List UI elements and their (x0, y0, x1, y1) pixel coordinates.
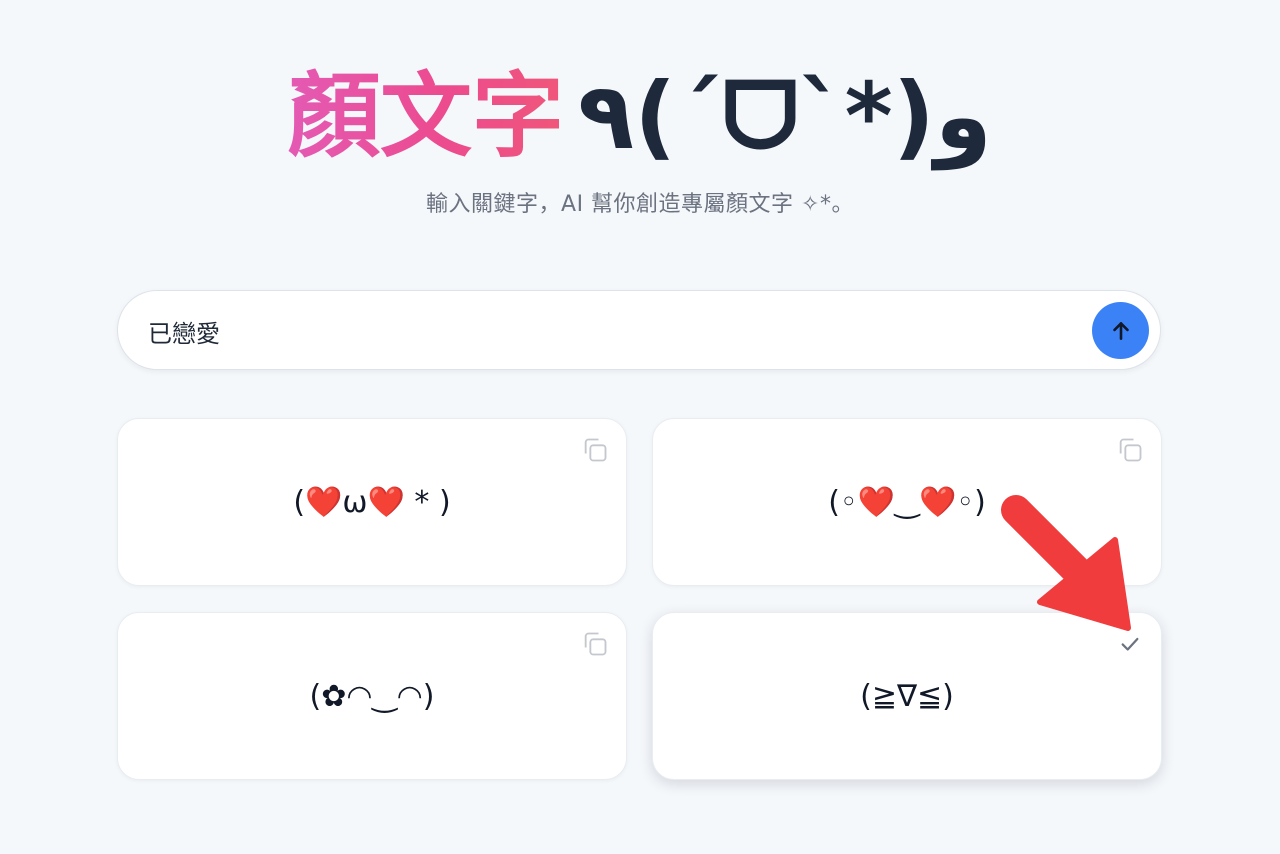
copy-button[interactable] (580, 435, 610, 465)
copy-button[interactable] (1115, 435, 1145, 465)
kaomoji-card[interactable]: (✿◠‿◠) (117, 612, 627, 780)
page-title: 顏文字 ٩(ˊᗜˋ*)و (0, 64, 1280, 170)
copied-indicator[interactable] (1115, 629, 1145, 659)
kaomoji-card[interactable]: (❤️ω❤️ * ) (117, 418, 627, 586)
kaomoji-card[interactable]: (◦❤️‿❤️◦) (652, 418, 1162, 586)
submit-button[interactable] (1092, 302, 1149, 359)
page-header: 顏文字 ٩(ˊᗜˋ*)و 輸入關鍵字，AI 幫你創造專屬顏文字 ✧*。 (0, 64, 1280, 218)
arrow-up-icon (1112, 321, 1129, 340)
kaomoji-text: (❤️ω❤️ * ) (293, 484, 451, 520)
copy-icon (584, 632, 607, 656)
kaomoji-card[interactable]: (≧∇≦) (652, 612, 1162, 780)
kaomoji-text: (✿◠‿◠) (309, 678, 435, 714)
search-input[interactable] (148, 311, 1048, 351)
copy-icon (1119, 438, 1142, 462)
check-icon (1121, 637, 1139, 651)
copy-icon (584, 438, 607, 462)
search-bar (117, 290, 1161, 370)
kaomoji-text: (≧∇≦) (860, 678, 954, 714)
title-kaomoji: ٩(ˊᗜˋ*)و (578, 63, 992, 170)
kaomoji-text: (◦❤️‿❤️◦) (828, 484, 986, 520)
page-subtitle: 輸入關鍵字，AI 幫你創造專屬顏文字 ✧*。 (426, 191, 854, 217)
title-text: 顏文字 (288, 63, 565, 170)
copy-button[interactable] (580, 629, 610, 659)
